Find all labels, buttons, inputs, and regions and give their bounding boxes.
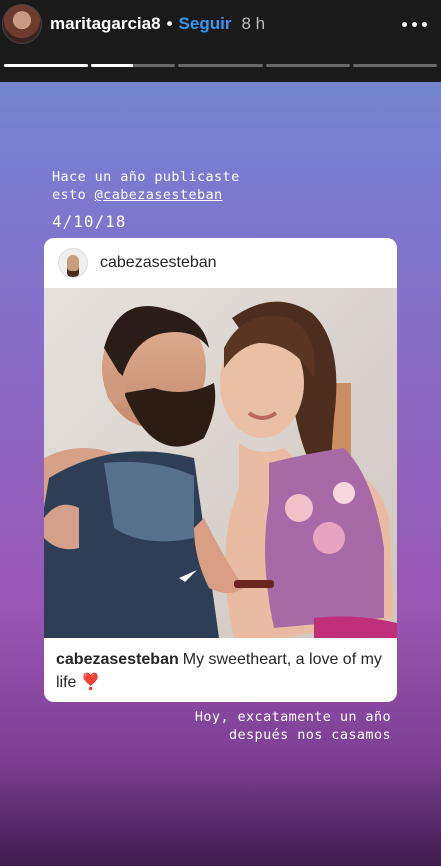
progress-segment	[4, 64, 89, 67]
progress-segment	[178, 64, 263, 67]
story-header: maritagarcia8 • Seguir 8 h	[0, 0, 441, 82]
story-note-line-1: Hoy, excatamente un año	[194, 709, 391, 725]
memory-date: 4/10/18	[52, 212, 127, 231]
progress-segment	[91, 64, 176, 67]
caption-username[interactable]: cabezasesteban	[56, 651, 179, 668]
post-photo	[44, 288, 397, 638]
memory-line-1: Hace un año publicaste	[52, 169, 240, 185]
post-time: 8 h	[241, 14, 266, 33]
story-note-line-2: después nos casamos	[228, 727, 391, 743]
progress-segment	[352, 64, 438, 67]
heart-icon: ❣️	[80, 674, 101, 691]
username-link[interactable]: maritagarcia8	[50, 14, 161, 34]
dot-icon	[412, 22, 417, 27]
memory-line-2: esto @cabezasesteban	[52, 186, 240, 204]
post-header: cabezasesteban	[44, 238, 397, 288]
memory-caption: Hace un año publicaste esto @cabezaseste…	[52, 168, 240, 204]
mention-link[interactable]: @cabezasesteban	[95, 187, 223, 203]
more-dots-icon[interactable]	[402, 22, 427, 27]
progress-segment	[265, 64, 350, 67]
separator-dot: •	[166, 14, 173, 33]
post-author-username[interactable]: cabezasesteban	[100, 254, 217, 272]
post-caption: cabezasesteban My sweetheart, a love of m…	[56, 648, 386, 694]
memory-prefix: esto	[52, 187, 95, 203]
profile-avatar[interactable]	[2, 4, 42, 44]
dot-icon	[422, 22, 427, 27]
couple-photo	[44, 288, 397, 638]
progress-fill	[4, 64, 89, 67]
story-progress-bar	[4, 64, 438, 67]
follow-button[interactable]: Seguir	[179, 14, 232, 34]
header-info: maritagarcia8 • Seguir 8 h	[50, 14, 265, 34]
story-note: Hoy, excatamente un año después nos casa…	[195, 708, 391, 744]
post-author-avatar[interactable]	[58, 248, 88, 278]
dot-icon	[402, 22, 407, 27]
progress-fill	[91, 64, 134, 67]
shared-post-card[interactable]: cabezasesteban cabezasesteban My sweethe…	[44, 238, 397, 702]
